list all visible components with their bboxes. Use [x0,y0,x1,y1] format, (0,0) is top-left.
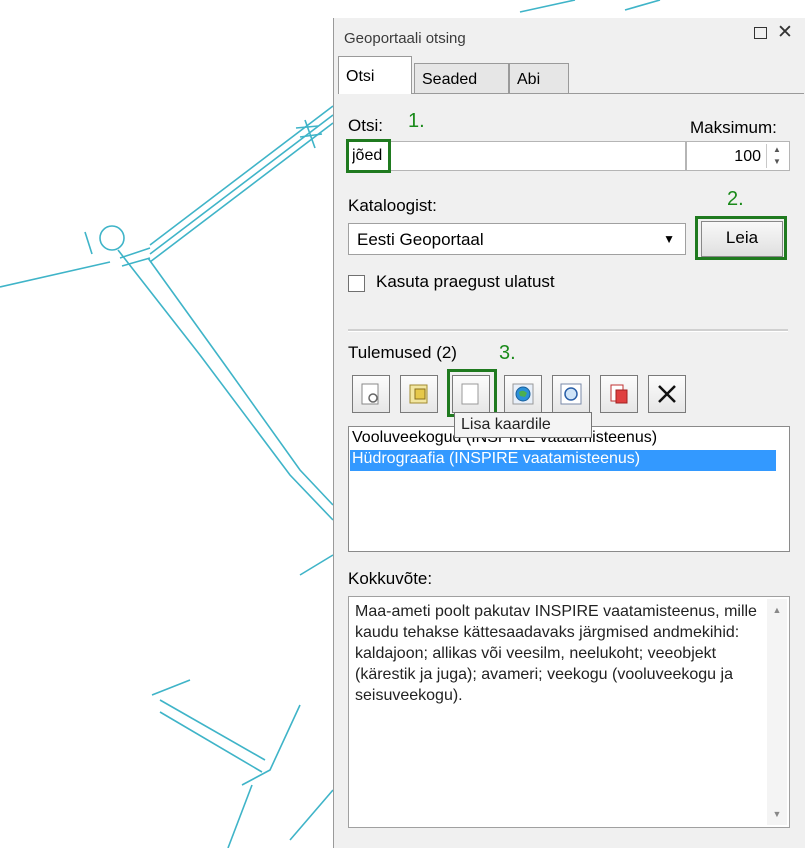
map-feature [151,679,191,696]
tab-seaded[interactable]: Seaded [414,63,509,93]
catalog-label: Kataloogist: [348,196,437,215]
maximum-value: 100 [734,148,761,165]
delete-button[interactable] [648,375,686,413]
chevron-down-icon: ▼ [663,232,675,246]
search-input[interactable] [348,141,686,171]
use-current-extent-checkbox[interactable] [348,275,365,292]
map-feature [119,247,151,259]
map-feature [299,554,334,576]
summary-text: Maa-ameti poolt pakutav INSPIRE vaatamis… [355,603,757,704]
use-current-extent-label: Kasuta praegust ulatust [376,272,555,291]
open-icon [610,384,628,404]
find-button[interactable]: Leia [701,221,783,257]
maximum-label: Maksimum: [690,118,777,137]
section-divider [348,329,788,332]
search-label: Otsi: [348,116,383,135]
zoom-to-button[interactable] [552,375,590,413]
map-feature [0,261,111,288]
maximum-stepper[interactable]: 100 ▲ ▼ [686,141,790,171]
summary-scrollbar[interactable]: ▲ ▼ [767,599,787,825]
step-3-annotation: 3. [499,342,516,364]
globe-icon [512,383,534,405]
metadata-icon [409,384,428,404]
map-feature [121,257,151,267]
tab-abi[interactable]: Abi [509,63,569,93]
zoom-to-icon [560,383,582,405]
globe-button[interactable] [504,375,542,413]
map-feature [289,789,334,841]
delete-icon [658,385,676,403]
map-feature [227,784,253,848]
scroll-up-icon[interactable]: ▲ [767,605,787,615]
map-feature [295,125,319,129]
add-to-map-tooltip: Lisa kaardile [454,412,592,438]
results-label: Tulemused (2) [348,343,457,362]
scroll-down-icon[interactable]: ▼ [767,809,787,819]
map-feature [99,225,125,251]
geoportal-search-panel: Geoportaali otsing ✕ Otsi Seaded Abi Ots… [333,18,805,848]
list-item-selected[interactable]: Hüdrograafia (INSPIRE vaatamisteenus) [350,450,776,471]
float-window-icon[interactable] [754,27,767,39]
map-feature [147,257,334,506]
map-feature [117,249,334,521]
add-to-map-button[interactable] [452,375,490,413]
step-1-annotation: 1. [408,110,425,132]
panel-title: Geoportaali otsing [344,30,466,47]
details-button[interactable] [352,375,390,413]
step-2-annotation: 2. [727,188,744,210]
spin-buttons: ▲ ▼ [766,144,787,168]
map-feature [84,231,93,255]
catalog-dropdown[interactable]: Eesti Geoportaal ▼ [348,223,686,255]
map-feature [159,699,266,761]
spin-down-icon[interactable]: ▼ [767,156,787,168]
details-icon [361,383,379,405]
open-button[interactable] [600,375,638,413]
results-list[interactable]: Vooluveekogud (INSPIRE vaatamisteenus) H… [348,426,790,552]
map-feature [519,0,576,13]
map-feature [624,0,661,11]
close-icon[interactable]: ✕ [777,21,793,44]
panel-titlebar[interactable]: Geoportaali otsing ✕ [334,18,805,56]
map-feature [149,122,334,263]
add-to-map-icon [461,383,479,405]
map-feature [159,711,263,773]
tab-otsi[interactable]: Otsi [338,56,412,94]
metadata-button[interactable] [400,375,438,413]
summary-label: Kokkuvõte: [348,569,433,588]
map-feature [241,704,301,786]
catalog-selected-value: Eesti Geoportaal [357,230,484,249]
spin-up-icon[interactable]: ▲ [767,144,787,156]
summary-textbox[interactable]: Maa-ameti poolt pakutav INSPIRE vaatamis… [348,596,790,828]
